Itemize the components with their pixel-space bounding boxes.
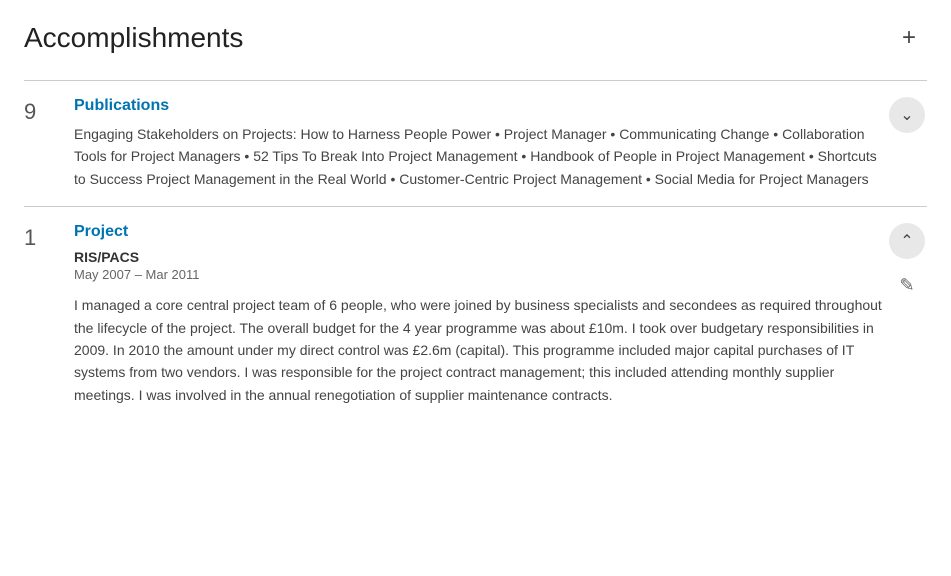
page-title: Accomplishments [24,22,243,54]
publications-body: Engaging Stakeholders on Projects: How t… [74,123,887,190]
publications-title: Publications [74,97,887,115]
publications-actions: ⌄ [887,97,927,133]
project-collapse-button[interactable]: ⌃ [889,223,925,259]
project-org: RIS/PACS [74,249,887,265]
edit-icon: ✎ [899,275,914,296]
project-row: 1 Project RIS/PACS May 2007 – Mar 2011 I… [24,207,927,422]
project-edit-button[interactable]: ✎ [889,267,925,303]
page-header: Accomplishments + [24,20,927,56]
publications-section: 9 Publications Engaging Stakeholders on … [24,80,927,206]
publications-count: 9 [24,97,74,125]
project-actions: ⌃ ✎ [887,223,927,303]
publications-content: Publications Engaging Stakeholders on Pr… [74,97,887,190]
chevron-down-icon: ⌄ [900,105,913,125]
project-section: 1 Project RIS/PACS May 2007 – Mar 2011 I… [24,206,927,422]
publications-collapse-button[interactable]: ⌄ [889,97,925,133]
project-title: Project [74,223,887,241]
project-date-range: May 2007 – Mar 2011 [74,267,887,282]
project-description: I managed a core central project team of… [74,294,887,406]
project-content: Project RIS/PACS May 2007 – Mar 2011 I m… [74,223,887,406]
project-count: 1 [24,223,74,251]
publications-row: 9 Publications Engaging Stakeholders on … [24,81,927,206]
add-accomplishment-button[interactable]: + [891,20,927,56]
chevron-up-icon: ⌃ [900,231,913,251]
